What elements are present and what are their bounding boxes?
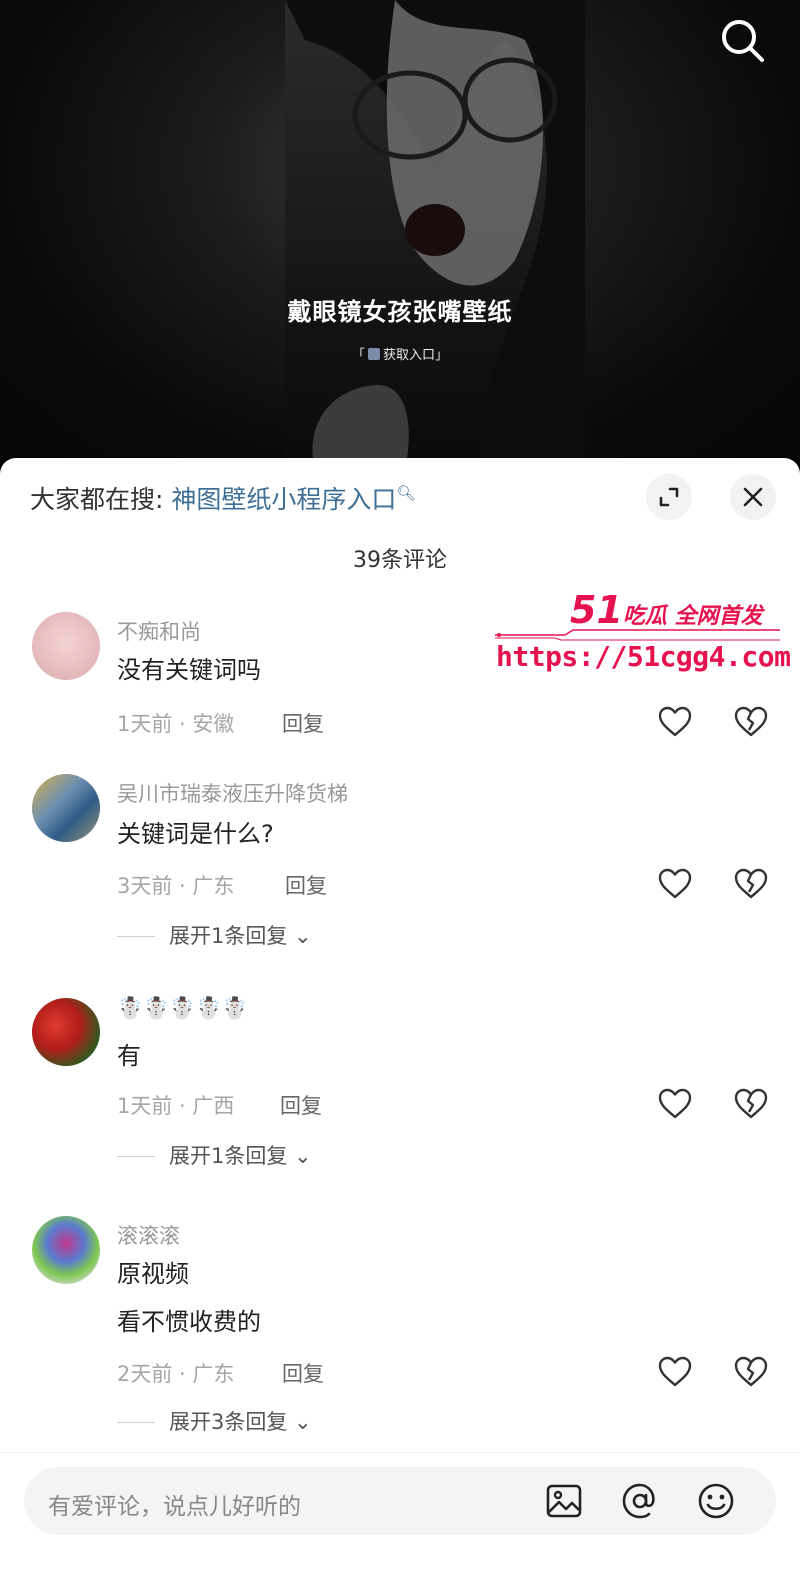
avatar[interactable]: [32, 1216, 100, 1284]
avatar[interactable]: [32, 774, 100, 842]
dislike-icon[interactable]: [733, 1354, 769, 1390]
video-player[interactable]: 戴眼镜女孩张嘴壁纸 「 获取入口」: [0, 0, 800, 470]
comment-count: 39条评论: [353, 548, 447, 573]
close-button[interactable]: [730, 474, 776, 520]
comment-text: 有: [117, 1042, 141, 1070]
dislike-icon[interactable]: [733, 866, 769, 902]
expand-replies-label: 展开3条回复: [169, 1410, 288, 1434]
comment-text: 没有关键词吗: [117, 656, 261, 684]
like-icon[interactable]: [657, 866, 693, 902]
reply-button[interactable]: 回复: [280, 1090, 322, 1120]
expand-replies-label: 展开1条回复: [169, 1144, 288, 1168]
comment-author[interactable]: 不痴和尚: [117, 616, 201, 646]
divider: [117, 936, 155, 937]
watermark-brand-number: 51: [570, 588, 623, 632]
mini-search-icon: 🔍︎: [396, 484, 416, 502]
reply-button[interactable]: 回复: [282, 708, 324, 738]
comment-meta: 3天前 · 广东: [117, 874, 235, 898]
reply-button[interactable]: 回复: [282, 1358, 324, 1388]
like-icon[interactable]: [657, 1086, 693, 1122]
comment-text: 关键词是什么?: [117, 820, 274, 848]
comment-meta: 2天前 · 广东: [117, 1362, 235, 1386]
video-entry-link[interactable]: 「 获取入口」: [0, 344, 800, 363]
chevron-down-icon: ⌄: [287, 924, 312, 948]
entry-text: 获取入口」: [383, 348, 449, 363]
comment-author[interactable]: 吴川市瑞泰液压升降货梯: [117, 778, 348, 808]
comment-meta: 1天前 · 安徽: [117, 712, 235, 736]
mention-icon[interactable]: [620, 1481, 660, 1521]
dislike-icon[interactable]: [733, 1086, 769, 1122]
expand-replies-label: 展开1条回复: [169, 924, 288, 948]
comment-text-line: 原视频: [117, 1260, 189, 1288]
video-frame: [285, 0, 585, 470]
image-icon[interactable]: [544, 1481, 584, 1521]
emoji-icon[interactable]: [696, 1481, 736, 1521]
input-placeholder: 有爱评论，说点儿好听的: [48, 1494, 301, 1520]
expand-replies-button[interactable]: 展开3条回复 ⌄: [117, 1406, 312, 1436]
dislike-icon[interactable]: [733, 704, 769, 740]
video-title: 戴眼镜女孩张嘴壁纸: [287, 297, 513, 326]
chevron-down-icon: ⌄: [287, 1144, 312, 1168]
watermark-brand-text: 吃瓜 全网首发: [622, 604, 763, 629]
chevron-down-icon: ⌄: [287, 1410, 312, 1434]
close-icon: [743, 487, 763, 507]
comment-author[interactable]: ☃️☃️☃️☃️☃️: [117, 996, 248, 1021]
bracket-left: 「: [351, 348, 365, 363]
comment-author[interactable]: 滚滚滚: [117, 1220, 180, 1250]
search-keyword[interactable]: 神图壁纸小程序入口: [171, 485, 396, 514]
comment-text-line: 看不惯收费的: [117, 1308, 261, 1336]
divider: [117, 1156, 155, 1157]
comment-input-bar: 有爱评论，说点儿好听的: [0, 1452, 800, 1595]
trending-search[interactable]: 大家都在搜: 神图壁纸小程序入口🔍︎: [30, 480, 415, 516]
watermark-url: https://51cgg4.com: [496, 640, 791, 673]
expand-icon: [659, 487, 679, 507]
search-icon[interactable]: [720, 18, 766, 64]
search-prefix: 大家都在搜:: [30, 485, 164, 514]
like-icon[interactable]: [657, 704, 693, 740]
comment-meta: 1天前 · 广西: [117, 1094, 235, 1118]
like-icon[interactable]: [657, 1354, 693, 1390]
avatar[interactable]: [32, 612, 100, 680]
comment-input[interactable]: 有爱评论，说点儿好听的: [24, 1467, 776, 1535]
expand-replies-button[interactable]: 展开1条回复 ⌄: [117, 920, 312, 950]
expand-replies-button[interactable]: 展开1条回复 ⌄: [117, 1140, 312, 1170]
divider: [117, 1422, 155, 1423]
checkbox-icon: [368, 348, 380, 360]
expand-button[interactable]: [646, 474, 692, 520]
avatar[interactable]: [32, 998, 100, 1066]
reply-button[interactable]: 回复: [285, 870, 327, 900]
